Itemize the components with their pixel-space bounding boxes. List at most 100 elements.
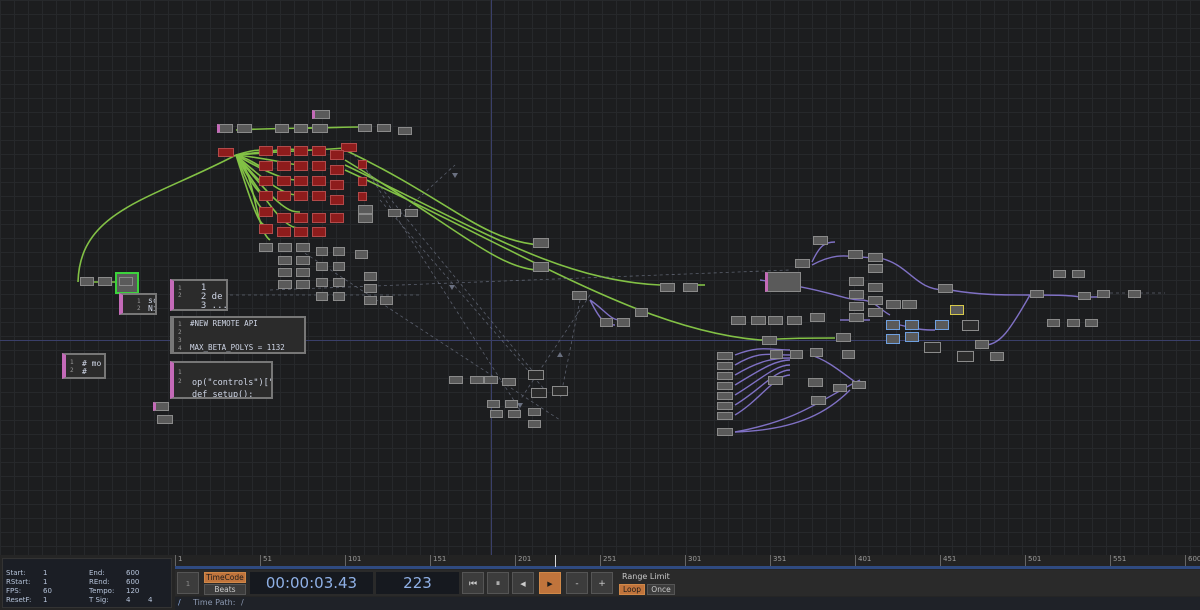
text-dat-d[interactable]: 1 2 # mo # [62, 353, 106, 379]
time-path-value[interactable]: / [241, 598, 244, 607]
operator-node[interactable] [717, 362, 733, 370]
operator-node[interactable] [886, 320, 900, 330]
operator-node[interactable] [259, 207, 273, 217]
operator-node[interactable] [294, 227, 308, 237]
operator-node[interactable] [316, 278, 328, 287]
tsig-denominator[interactable]: 4 [148, 596, 152, 604]
operator-node[interactable] [333, 278, 345, 287]
operator-node[interactable] [924, 342, 941, 353]
resetf-value[interactable]: 1 [43, 596, 47, 604]
operator-node[interactable] [98, 277, 112, 286]
operator-node[interactable] [1030, 290, 1044, 298]
operator-node[interactable] [294, 161, 308, 171]
operator-node[interactable] [259, 243, 273, 252]
operator-node[interactable] [849, 302, 864, 311]
operator-node[interactable] [316, 292, 328, 301]
operator-node[interactable] [218, 148, 234, 157]
operator-node[interactable] [259, 224, 273, 234]
operator-node[interactable] [277, 176, 291, 186]
operator-node[interactable] [813, 236, 828, 245]
operator-node[interactable] [1072, 270, 1085, 278]
operator-node[interactable] [787, 316, 802, 325]
operator-node[interactable] [751, 316, 766, 325]
operator-node[interactable] [1078, 292, 1091, 300]
operator-node[interactable] [1097, 290, 1110, 298]
operator-node[interactable] [957, 351, 974, 362]
operator-node[interactable] [398, 127, 412, 135]
operator-node[interactable] [259, 176, 273, 186]
operator-node[interactable] [157, 415, 173, 424]
operator-node[interactable] [717, 372, 733, 380]
text-dat-e[interactable]: 1 2 sc Ni [119, 293, 157, 315]
once-button[interactable]: Once [647, 584, 675, 595]
operator-node[interactable] [294, 146, 308, 156]
operator-node[interactable] [868, 296, 883, 305]
operator-node[interactable] [275, 124, 289, 133]
operator-node[interactable] [902, 300, 917, 309]
tsig-numerator[interactable]: 4 [126, 596, 130, 604]
operator-node[interactable] [358, 160, 367, 169]
operator-node[interactable] [278, 268, 292, 277]
operator-node[interactable] [833, 384, 847, 392]
operator-node[interactable] [312, 110, 330, 119]
operator-node[interactable] [470, 376, 484, 384]
operator-node[interactable] [312, 191, 326, 201]
operator-node[interactable] [1085, 319, 1098, 327]
operator-node[interactable] [330, 150, 344, 160]
operator-node[interactable] [617, 318, 630, 327]
operator-node[interactable] [80, 277, 94, 286]
operator-node[interactable] [849, 277, 864, 286]
operator-node[interactable] [316, 247, 328, 256]
operator-node[interactable] [296, 280, 310, 289]
operator-node[interactable] [768, 376, 783, 385]
operator-node[interactable] [487, 400, 500, 408]
operator-node[interactable] [852, 381, 866, 389]
operator-node[interactable] [330, 180, 344, 190]
operator-node[interactable] [765, 272, 801, 292]
range-bar[interactable] [175, 566, 1200, 569]
operator-node[interactable] [1053, 270, 1066, 278]
loop-button[interactable]: Loop [619, 584, 645, 595]
operator-node[interactable] [377, 124, 391, 132]
operator-node[interactable] [278, 243, 292, 252]
operator-node[interactable] [277, 213, 291, 223]
operator-node[interactable] [278, 256, 292, 265]
operator-node[interactable] [330, 213, 344, 223]
operator-node[interactable] [259, 191, 273, 201]
network-editor[interactable]: 1 2 1 2 de 3 ... 1 2 sc Ni 1 2 3 4 #NEW … [0, 0, 1200, 555]
operator-node[interactable] [355, 250, 368, 259]
operator-node[interactable] [905, 332, 919, 342]
rstart-value[interactable]: 1 [43, 578, 47, 586]
operator-node[interactable] [358, 205, 373, 214]
operator-node[interactable] [868, 264, 883, 273]
operator-node[interactable] [762, 336, 777, 345]
operator-node[interactable] [635, 308, 648, 317]
operator-node[interactable] [868, 283, 883, 292]
operator-node[interactable] [810, 348, 823, 357]
operator-node[interactable] [770, 350, 783, 359]
current-frame-marker[interactable]: 1 [177, 572, 199, 594]
operator-node[interactable] [333, 247, 345, 256]
operator-node[interactable] [731, 316, 746, 325]
operator-node[interactable] [810, 313, 825, 322]
operator-node[interactable] [808, 378, 823, 387]
operator-node[interactable] [508, 410, 521, 418]
operator-node[interactable] [868, 253, 883, 262]
operator-node[interactable] [259, 161, 273, 171]
operator-node[interactable] [277, 191, 291, 201]
operator-node[interactable] [717, 382, 733, 390]
playhead[interactable] [555, 555, 556, 567]
operator-node[interactable] [848, 250, 863, 259]
tempo-value[interactable]: 120 [126, 587, 139, 595]
operator-node[interactable] [886, 300, 901, 309]
operator-node[interactable] [312, 146, 326, 156]
operator-node[interactable] [842, 350, 855, 359]
operator-node[interactable] [388, 209, 401, 217]
operator-node[interactable] [533, 262, 549, 272]
operator-node[interactable] [330, 165, 344, 175]
operator-node[interactable] [528, 370, 544, 380]
operator-node[interactable] [294, 176, 308, 186]
operator-node[interactable] [533, 238, 549, 248]
operator-node[interactable] [505, 400, 518, 408]
operator-node[interactable] [449, 376, 463, 384]
